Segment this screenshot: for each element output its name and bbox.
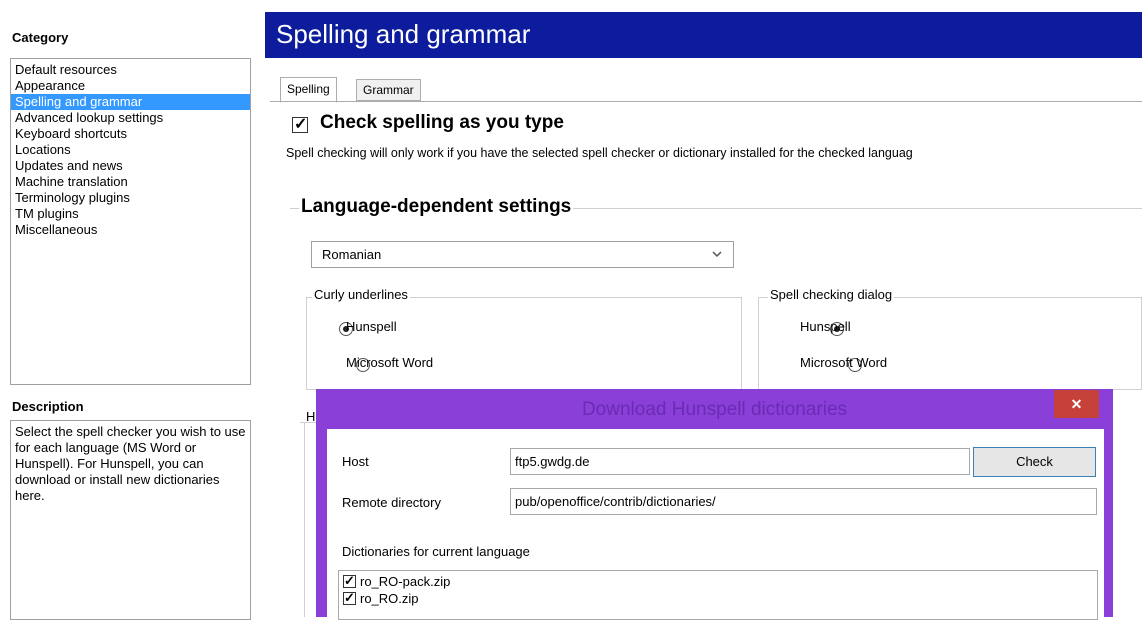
- dictionary-name: ro_RO-pack.zip: [360, 574, 451, 589]
- category-list: Default resources Appearance Spelling an…: [10, 58, 251, 385]
- dialog-msword-label[interactable]: Microsoft Word: [800, 355, 887, 370]
- tab-divider: [270, 101, 1142, 102]
- chevron-down-icon: [711, 242, 723, 276]
- host-label: Host: [342, 454, 369, 469]
- spell-dialog-title: Spell checking dialog: [768, 287, 895, 302]
- close-icon: ✕: [1070, 396, 1083, 412]
- category-item-spelling-and-grammar[interactable]: Spelling and grammar: [11, 94, 250, 110]
- category-item-miscellaneous[interactable]: Miscellaneous: [11, 222, 250, 238]
- dictionary-checkbox[interactable]: [343, 589, 356, 606]
- dictionaries-label: Dictionaries for current language: [342, 544, 530, 559]
- dictionary-checkbox[interactable]: [343, 572, 356, 589]
- category-item-appearance[interactable]: Appearance: [11, 78, 250, 94]
- download-dictionaries-dialog: Download Hunspell dictionaries ✕ Host ft…: [316, 389, 1113, 620]
- curly-underlines-title: Curly underlines: [312, 287, 410, 302]
- list-item[interactable]: ro_RO-pack.zip: [339, 572, 1097, 590]
- hidden-group-border-left: [304, 422, 305, 617]
- curly-hunspell-label[interactable]: Hunspell: [346, 319, 397, 334]
- language-select[interactable]: Romanian: [311, 241, 734, 268]
- description-heading: Description: [12, 399, 84, 414]
- host-input[interactable]: ftp5.gwdg.de: [510, 448, 970, 475]
- category-item-advanced-lookup[interactable]: Advanced lookup settings: [11, 110, 250, 126]
- dialog-title: Download Hunspell dictionaries: [581, 399, 848, 420]
- language-select-value: Romanian: [322, 247, 382, 262]
- curly-underlines-group: [306, 297, 742, 390]
- category-item-locations[interactable]: Locations: [11, 142, 250, 158]
- category-item-tm-plugins[interactable]: TM plugins: [11, 206, 250, 222]
- spell-dialog-group: [758, 297, 1142, 390]
- category-item-terminology-plugins[interactable]: Terminology plugins: [11, 190, 250, 206]
- remote-directory-input[interactable]: pub/openoffice/contrib/dictionaries/: [510, 488, 1097, 515]
- check-button[interactable]: Check: [973, 447, 1096, 477]
- page-title: Spelling and grammar: [276, 19, 531, 49]
- category-item-keyboard-shortcuts[interactable]: Keyboard shortcuts: [11, 126, 250, 142]
- curly-msword-label[interactable]: Microsoft Word: [346, 355, 433, 370]
- dictionaries-list: ro_RO-pack.zip ro_RO.zip: [338, 570, 1098, 620]
- check-spelling-checkbox[interactable]: [292, 114, 308, 134]
- category-item-machine-translation[interactable]: Machine translation: [11, 174, 250, 190]
- close-button[interactable]: ✕: [1054, 390, 1099, 418]
- remote-directory-label: Remote directory: [342, 495, 441, 510]
- dictionary-name: ro_RO.zip: [360, 591, 419, 606]
- tab-grammar[interactable]: Grammar: [356, 79, 421, 101]
- dialog-hunspell-label[interactable]: Hunspell: [800, 319, 851, 334]
- spell-check-note: Spell checking will only work if you hav…: [286, 146, 913, 160]
- check-spelling-label[interactable]: Check spelling as you type: [320, 112, 564, 134]
- category-item-updates-and-news[interactable]: Updates and news: [11, 158, 250, 174]
- hidden-group-title: H: [306, 409, 316, 424]
- language-settings-title: Language-dependent settings: [299, 196, 574, 218]
- category-heading: Category: [12, 30, 69, 45]
- description-text: Select the spell checker you wish to use…: [10, 420, 251, 620]
- list-item[interactable]: ro_RO.zip: [339, 589, 1097, 607]
- tab-spelling[interactable]: Spelling: [280, 77, 337, 103]
- category-item-default-resources[interactable]: Default resources: [11, 62, 250, 78]
